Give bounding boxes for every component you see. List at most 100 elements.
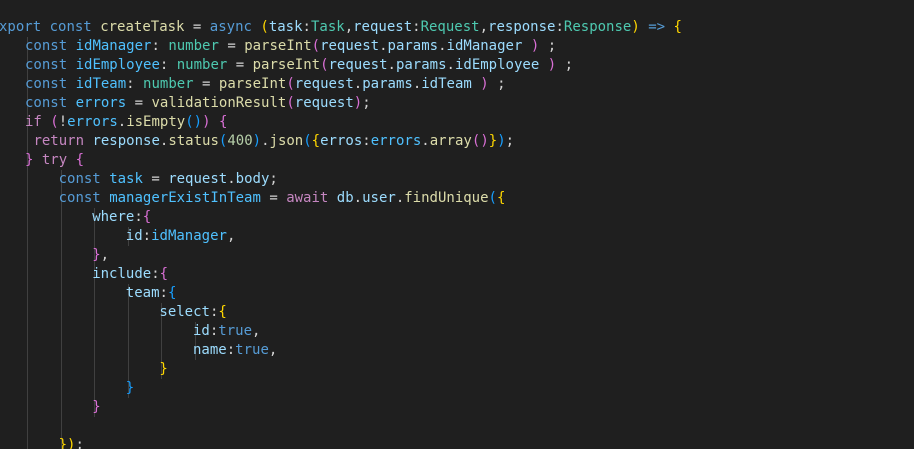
indent-guide	[127, 322, 129, 341]
indent-guide	[60, 341, 62, 360]
indent-guide	[60, 227, 62, 246]
code-line[interactable]: const managerExistInTeam = await db.user…	[0, 189, 914, 208]
code-line[interactable]: xport const createTask = async (task:Tas…	[0, 18, 914, 37]
indent-guide	[94, 360, 96, 379]
code-token: {	[75, 152, 85, 168]
code-token: request	[294, 76, 354, 92]
indent-guide	[60, 208, 62, 227]
code-line-content: }	[126, 379, 134, 398]
code-token: {	[167, 285, 177, 301]
code-line-content: team:{	[126, 284, 177, 303]
code-line[interactable]: const idEmployee: number = parseInt(requ…	[0, 56, 914, 75]
code-line[interactable]: const errors = validationResult(request)…	[0, 94, 914, 113]
indent-guide	[161, 322, 163, 341]
code-token: {	[218, 114, 228, 130]
code-line[interactable]: name:true,	[0, 341, 914, 360]
code-line-content: where:{	[92, 208, 151, 227]
code-token: }	[92, 399, 101, 415]
code-line[interactable]: const idTeam: number = parseInt(request.…	[0, 75, 914, 94]
code-line[interactable]: return response.status(400).json({erros:…	[0, 132, 914, 151]
code-line-content: } try {	[25, 151, 84, 170]
code-token: true	[235, 342, 269, 358]
indent-guide	[27, 303, 28, 322]
code-token: number	[168, 38, 219, 54]
indent-guide	[60, 303, 62, 322]
indent-guide	[94, 303, 96, 322]
code-token: ,	[100, 247, 110, 263]
code-token: request	[353, 19, 413, 35]
code-token: (	[260, 19, 269, 35]
code-token: ,	[479, 19, 489, 35]
code-line[interactable]: }	[0, 379, 914, 398]
code-token: )	[353, 95, 363, 111]
code-token: )	[530, 38, 540, 54]
code-token: idTeam	[421, 76, 472, 92]
code-token: {	[496, 190, 506, 206]
code-token: idManager	[75, 38, 152, 54]
indent-guide	[27, 170, 28, 189]
code-line[interactable]: const idManager: number = parseInt(reque…	[0, 37, 914, 56]
code-editor[interactable]: xport const createTask = async (task:Tas…	[0, 0, 914, 449]
code-token: =	[184, 19, 210, 35]
code-token: id	[125, 228, 143, 244]
code-token: task	[268, 19, 303, 35]
code-token: .	[227, 171, 236, 187]
code-line-content: const idEmployee: number = parseInt(requ…	[25, 56, 573, 75]
indent-guide	[27, 227, 28, 246]
indent-guide	[94, 322, 96, 341]
indent-guide	[27, 322, 28, 341]
code-line[interactable]: id:idManager,	[0, 227, 914, 246]
code-token: if	[25, 114, 42, 130]
code-token: :	[302, 19, 311, 35]
code-token: xport	[0, 19, 42, 35]
code-line[interactable]: },	[0, 246, 914, 265]
code-token: try	[41, 152, 68, 168]
code-token: task	[109, 171, 143, 187]
code-line[interactable]: }	[0, 360, 914, 379]
code-token: (	[303, 133, 312, 149]
code-line[interactable]: });	[0, 436, 914, 449]
code-line[interactable]: const task = request.body;	[0, 170, 914, 189]
code-token: .	[353, 190, 363, 206]
code-token: {	[218, 304, 227, 320]
indent-guide	[27, 360, 28, 379]
code-token: Request	[420, 19, 480, 35]
code-line[interactable]: if (!errors.isEmpty()) {	[0, 113, 914, 132]
code-token: (	[286, 95, 295, 111]
code-line[interactable]: id:true,	[0, 322, 914, 341]
code-line[interactable]: }	[0, 398, 914, 417]
code-line[interactable]: where:{	[0, 208, 914, 227]
code-token: team	[125, 285, 160, 301]
indent-guide	[27, 417, 28, 436]
indent-guide	[94, 227, 96, 246]
indent-guide	[60, 284, 62, 303]
code-token: .	[387, 57, 396, 73]
code-token: request	[294, 95, 354, 111]
code-token: )	[252, 133, 262, 149]
code-line[interactable]	[0, 417, 914, 436]
code-line[interactable]: team:{	[0, 284, 914, 303]
code-token: (	[185, 114, 194, 130]
code-line[interactable]: } try {	[0, 151, 914, 170]
code-token: :	[151, 266, 160, 282]
code-token: ,	[344, 19, 354, 35]
code-token: idTeam	[75, 76, 127, 92]
code-token: 400	[227, 133, 253, 149]
code-line[interactable]: select:{	[0, 303, 914, 322]
code-token: (	[488, 190, 497, 206]
indent-guide	[27, 284, 28, 303]
code-token: errors	[370, 133, 422, 149]
code-token: return	[33, 133, 85, 149]
indent-guide	[27, 379, 28, 398]
code-token: parseInt	[244, 38, 312, 54]
indent-guide	[60, 246, 62, 265]
code-line[interactable]: include:{	[0, 265, 914, 284]
code-token: (	[50, 114, 59, 130]
code-token: :	[151, 38, 169, 54]
code-token: idManager	[446, 38, 523, 54]
code-token: (	[311, 38, 321, 54]
